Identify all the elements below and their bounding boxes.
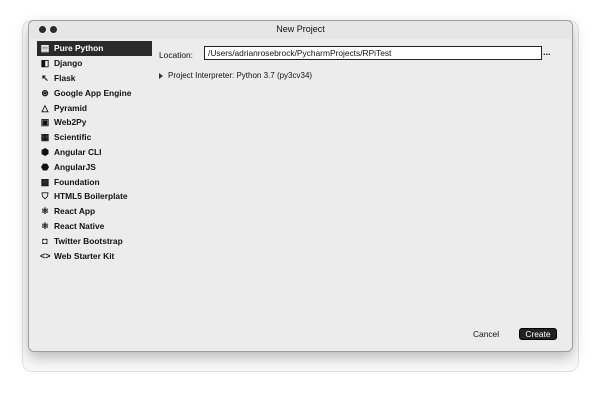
sidebar-item-foundation[interactable]: ▩ Foundation [37, 174, 152, 189]
sidebar-item-django[interactable]: ◧ Django [37, 56, 152, 71]
sidebar-item-google-app-engine[interactable]: ⊛ Google App Engine [37, 85, 152, 100]
sidebar-item-react-native[interactable]: ⚛ React Native [37, 219, 152, 234]
sidebar-item-label: React App [54, 206, 96, 217]
react-icon: ⚛ [40, 206, 50, 217]
sidebar-item-label: React Native [54, 220, 105, 231]
project-interpreter-expander[interactable]: Project Interpreter: Python 3.7 (py3cv34… [159, 71, 312, 80]
scientific-icon: ▦ [40, 132, 50, 143]
sidebar-item-label: Flask [54, 72, 76, 83]
app-engine-icon: ⊛ [41, 87, 49, 98]
sidebar-item-angular-cli[interactable]: ⬢ Angular CLI [37, 145, 152, 160]
browse-button[interactable]: ... [543, 47, 551, 57]
sidebar-item-html5-boilerplate[interactable]: ⛉ HTML5 Boilerplate [37, 189, 152, 204]
flask-icon: ↖ [41, 72, 49, 83]
sidebar-item-label: AngularJS [54, 161, 96, 172]
sidebar-item-react-app[interactable]: ⚛ React App [37, 204, 152, 219]
sidebar-item-label: Web2Py [54, 117, 87, 128]
sidebar-item-flask[interactable]: ↖ Flask [37, 71, 152, 86]
title-bar: New Project [29, 21, 572, 39]
location-input[interactable] [204, 46, 542, 60]
pyramid-icon: △ [41, 102, 49, 113]
python-file-icon: ▤ [40, 43, 50, 54]
sidebar-item-label: Twitter Bootstrap [54, 235, 123, 246]
sidebar-item-pure-python[interactable]: ▤ Pure Python [37, 41, 152, 56]
create-button[interactable]: Create [519, 328, 557, 340]
sidebar-item-scientific[interactable]: ▦ Scientific [37, 130, 152, 145]
django-icon: ◧ [40, 58, 50, 69]
sidebar-item-label: Angular CLI [54, 146, 102, 157]
web2py-icon: ▣ [40, 117, 50, 128]
sidebar-item-twitter-bootstrap[interactable]: ◘ Twitter Bootstrap [37, 233, 152, 248]
sidebar-item-web2py[interactable]: ▣ Web2Py [37, 115, 152, 130]
location-label: Location: [159, 50, 193, 60]
foundation-icon: ▩ [40, 176, 50, 187]
project-type-list: ▤ Pure Python ◧ Django ↖ Flask ⊛ Google App Eng… [37, 41, 152, 263]
sidebar-item-label: HTML5 Boilerplate [54, 191, 128, 202]
new-project-dialog: New Project ▤ Pure Python ◧ Django ↖ Flask ⊛ Go… [28, 20, 573, 352]
disclosure-triangle-icon[interactable] [159, 72, 163, 79]
sidebar-item-angularjs[interactable]: ⬣ AngularJS [37, 159, 152, 174]
window-title: New Project [276, 24, 325, 34]
sidebar-item-pyramid[interactable]: △ Pyramid [37, 100, 152, 115]
sidebar-item-web-starter-kit[interactable]: <> Web Starter Kit [37, 248, 152, 263]
angularjs-icon: ⬣ [41, 161, 49, 172]
cancel-button[interactable]: Cancel [473, 329, 499, 339]
react-native-icon: ⚛ [40, 220, 50, 231]
html5-icon: ⛉ [41, 191, 49, 202]
angular-icon: ⬢ [41, 146, 49, 157]
sidebar-item-label: Pyramid [54, 102, 88, 113]
sidebar-item-label: Google App Engine [54, 87, 132, 98]
sidebar-item-label: Foundation [54, 176, 100, 187]
sidebar-item-label: Django [54, 58, 83, 69]
bootstrap-icon: ◘ [42, 235, 48, 246]
sidebar-item-label: Web Starter Kit [54, 250, 115, 261]
project-interpreter-label: Project Interpreter: Python 3.7 (py3cv34… [168, 71, 313, 80]
sidebar-item-label: Pure Python [54, 43, 104, 54]
web-starter-kit-icon: <> [40, 250, 51, 261]
sidebar-item-label: Scientific [54, 132, 92, 143]
